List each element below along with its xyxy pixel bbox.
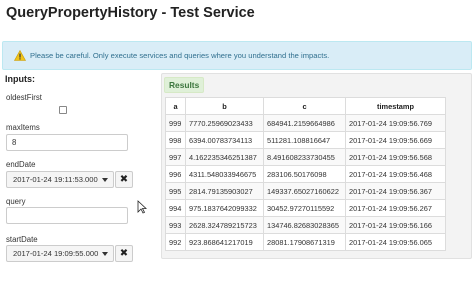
startdate-label: startDate [6, 235, 38, 244]
table-row: 997 4.162235346251387 8.491608233730455 … [165, 148, 446, 166]
cell-b: 4.162235346251387 [185, 148, 264, 166]
cell-a: 994 [165, 199, 186, 217]
startdate-picker[interactable]: 2017-01-24 19:09:55.000 [6, 245, 114, 262]
cell-b: 6394.00783734113 [185, 131, 264, 149]
cell-b: 4311.548033946675 [185, 165, 264, 183]
page-title: QueryPropertyHistory - Test Service [6, 5, 255, 21]
oldestfirst-checkbox[interactable] [59, 106, 67, 114]
column-header-a[interactable]: a [165, 97, 186, 115]
cell-c: 684941.2159664986 [263, 114, 346, 132]
cell-a: 993 [165, 216, 186, 234]
cell-timestamp: 2017-01-24 19:09:56.468 [345, 165, 446, 183]
cell-c: 134746.82683028365 [263, 216, 346, 234]
table-row: 996 4311.548033946675 283106.50176098 20… [165, 165, 446, 183]
table-row: 992 923.868641217019 28081.17908671319 2… [165, 233, 446, 251]
cell-b: 7770.25969023433 [185, 114, 264, 132]
inputs-title: Inputs: [5, 74, 35, 84]
cell-c: 511281.108816647 [263, 131, 346, 149]
cell-timestamp: 2017-01-24 19:09:56.267 [345, 199, 446, 217]
close-icon: ✖ [119, 248, 129, 259]
warning-alert: Please be careful. Only execute services… [2, 41, 472, 70]
query-input[interactable] [6, 207, 128, 224]
cell-a: 997 [165, 148, 186, 166]
cell-a: 999 [165, 114, 186, 132]
column-header-c[interactable]: c [263, 97, 346, 115]
table-row: 993 2628.324789215723 134746.82683028365… [165, 216, 446, 234]
table-row: 999 7770.25969023433 684941.2159664986 2… [165, 114, 446, 132]
maxitems-input[interactable]: 8 [6, 134, 128, 151]
startdate-value: 2017-01-24 19:09:55.000 [13, 249, 99, 258]
cell-b: 923.868641217019 [185, 233, 264, 251]
alert-text: Please be careful. Only execute services… [30, 51, 330, 60]
enddate-value: 2017-01-24 19:11:53.000 [13, 175, 98, 184]
cell-c: 30452.97270115592 [263, 199, 346, 217]
close-icon: ✖ [119, 174, 129, 185]
column-header-b[interactable]: b [185, 97, 264, 115]
mouse-cursor-icon [137, 200, 147, 214]
oldestfirst-label: oldestFirst [6, 93, 42, 102]
table-row: 998 6394.00783734113 511281.108816647 20… [165, 131, 446, 149]
cell-timestamp: 2017-01-24 19:09:56.568 [345, 148, 446, 166]
cell-a: 996 [165, 165, 186, 183]
maxitems-label: maxItems [6, 123, 40, 132]
cell-c: 8.491608233730455 [263, 148, 346, 166]
cell-c: 283106.50176098 [263, 165, 346, 183]
warning-icon [14, 50, 26, 61]
query-label: query [6, 197, 26, 206]
inputs-panel: Inputs: oldestFirst maxItems 8 endDate 2… [2, 71, 160, 282]
cell-c: 149337.65027160622 [263, 182, 346, 200]
column-header-timestamp[interactable]: timestamp [345, 97, 446, 115]
results-tab[interactable]: Results [164, 77, 205, 93]
enddate-clear-button[interactable]: ✖ [115, 171, 133, 188]
table-header-row: a b c timestamp [165, 97, 446, 115]
enddate-label: endDate [6, 160, 36, 169]
cell-a: 992 [165, 233, 186, 251]
chevron-down-icon [101, 177, 108, 182]
cell-a: 998 [165, 131, 186, 149]
table-row: 995 2814.79135903027 149337.65027160622 … [165, 182, 446, 200]
cell-timestamp: 2017-01-24 19:09:56.065 [345, 233, 446, 251]
table-row: 994 975.1837642099332 30452.97270115592 … [165, 199, 446, 217]
results-table: a b c timestamp 999 7770.25969023433 684… [165, 97, 446, 251]
cell-a: 995 [165, 182, 186, 200]
chevron-down-icon [102, 251, 109, 256]
cell-timestamp: 2017-01-24 19:09:56.367 [345, 182, 446, 200]
cell-c: 28081.17908671319 [263, 233, 346, 251]
cell-timestamp: 2017-01-24 19:09:56.166 [345, 216, 446, 234]
cell-b: 975.1837642099332 [185, 199, 264, 217]
results-panel: Results a b c timestamp 999 7770.2596902… [161, 73, 472, 259]
cell-timestamp: 2017-01-24 19:09:56.669 [345, 131, 446, 149]
enddate-picker[interactable]: 2017-01-24 19:11:53.000 [6, 171, 114, 188]
cell-b: 2814.79135903027 [185, 182, 264, 200]
cell-b: 2628.324789215723 [185, 216, 264, 234]
cell-timestamp: 2017-01-24 19:09:56.769 [345, 114, 446, 132]
startdate-clear-button[interactable]: ✖ [115, 245, 133, 262]
